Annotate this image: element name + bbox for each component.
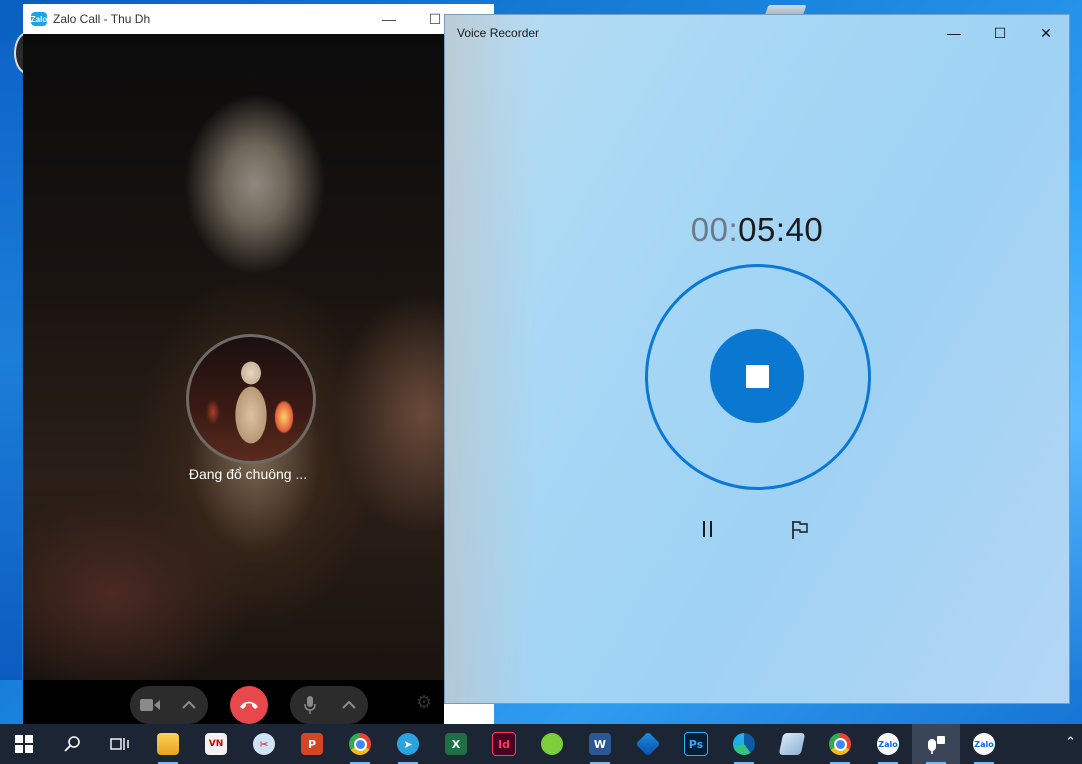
word-icon: W	[589, 733, 611, 755]
task-view-icon	[110, 738, 129, 750]
stop-icon	[745, 364, 769, 388]
zalo-icon: Zalo	[973, 733, 995, 755]
pause-button[interactable]	[701, 520, 715, 544]
taskbar-photoshop[interactable]: Ps	[672, 724, 720, 764]
video-area: Đang đổ chuông ...	[23, 34, 444, 680]
add-marker-button[interactable]	[791, 520, 809, 545]
avatar	[186, 334, 316, 464]
taskbar-telegram[interactable]: ➤	[384, 724, 432, 764]
chevron-up-icon[interactable]	[329, 686, 368, 724]
video-icon[interactable]	[130, 686, 169, 724]
chevron-up-icon[interactable]	[169, 686, 208, 724]
taskbar-powerpoint[interactable]: P	[288, 724, 336, 764]
call-status: Đang đổ chuông ...	[188, 466, 308, 482]
powerpoint-icon: P	[301, 733, 323, 755]
taskbar-zalo-call[interactable]: Zalo	[960, 724, 1008, 764]
taskbar-voice-recorder[interactable]	[912, 724, 960, 764]
microphone-icon	[928, 736, 945, 754]
minimize-button[interactable]: —	[366, 4, 412, 34]
chrome-icon	[829, 733, 851, 755]
mic-icon[interactable]	[290, 686, 329, 724]
windows-logo-icon	[15, 735, 33, 753]
minimize-button[interactable]: —	[931, 15, 977, 51]
indesign-icon: Id	[492, 732, 516, 756]
hangup-button[interactable]	[230, 686, 268, 724]
edge-icon	[733, 733, 755, 755]
maximize-button[interactable]: ☐	[977, 15, 1023, 51]
chevron-up-icon[interactable]: ⌃	[1065, 734, 1076, 750]
coccoc-icon	[541, 733, 563, 755]
photoshop-icon: Ps	[684, 732, 708, 756]
taskbar-edge[interactable]	[720, 724, 768, 764]
pause-icon	[703, 521, 712, 537]
title-bar[interactable]: Zalo Zalo Call - Thu Dh — ☐	[23, 4, 494, 34]
scissors-icon: ✂	[253, 733, 275, 755]
excel-icon: X	[445, 733, 467, 755]
taskbar-indesign[interactable]: Id	[480, 724, 528, 764]
keyboard-icon: VN	[205, 733, 227, 755]
recording-timer: 00:05:40	[445, 211, 1069, 249]
zalo-icon: Zalo	[877, 733, 899, 755]
taskbar-excel[interactable]: X	[432, 724, 480, 764]
close-button[interactable]: ✕	[1023, 15, 1069, 51]
zalo-call-window: Zalo Zalo Call - Thu Dh — ☐ Đang đổ chuô…	[23, 4, 494, 724]
taskbar-unikey[interactable]: VN	[192, 724, 240, 764]
mic-toggle[interactable]	[290, 686, 368, 724]
taskbar-word[interactable]: W	[576, 724, 624, 764]
window-title: Voice Recorder	[457, 26, 540, 40]
zalo-icon: Zalo	[31, 12, 47, 26]
window-shade	[445, 15, 535, 703]
taskbar-zalo[interactable]: Zalo	[864, 724, 912, 764]
voice-recorder-window: Voice Recorder — ☐ ✕ 00:05:40	[445, 15, 1069, 703]
chrome-icon	[349, 733, 371, 755]
taskbar-file-explorer[interactable]	[144, 724, 192, 764]
video-toggle[interactable]	[130, 686, 208, 724]
desktop-background	[1068, 160, 1082, 680]
timer-minutes-seconds: 05:40	[738, 211, 824, 248]
window-title: Zalo Call - Thu Dh	[53, 12, 151, 26]
taskbar-chrome-2[interactable]	[816, 724, 864, 764]
timer-hours: 00:	[690, 211, 739, 248]
hangup-icon	[240, 701, 258, 709]
folder-icon	[157, 733, 179, 755]
taskbar-snipping[interactable]: ✂	[240, 724, 288, 764]
taskbar-coccoc[interactable]	[528, 724, 576, 764]
taskbar: VN ✂ P ➤ X Id W Ps Zalo Zalo	[0, 724, 1082, 764]
taskbar-notes[interactable]	[768, 724, 816, 764]
telegram-icon: ➤	[397, 733, 419, 755]
taskbar-app[interactable]	[624, 724, 672, 764]
taskbar-chrome[interactable]	[336, 724, 384, 764]
search-icon	[64, 736, 80, 752]
call-controls	[23, 680, 444, 724]
task-view-button[interactable]	[96, 724, 144, 764]
app-icon	[635, 731, 661, 757]
start-button[interactable]	[0, 724, 48, 764]
search-button[interactable]	[48, 724, 96, 764]
stop-recording-button[interactable]	[710, 329, 804, 423]
desktop-background	[0, 40, 22, 680]
gear-icon[interactable]: ⚙	[416, 692, 432, 713]
flag-icon	[792, 521, 808, 539]
notepad-icon	[778, 733, 806, 755]
